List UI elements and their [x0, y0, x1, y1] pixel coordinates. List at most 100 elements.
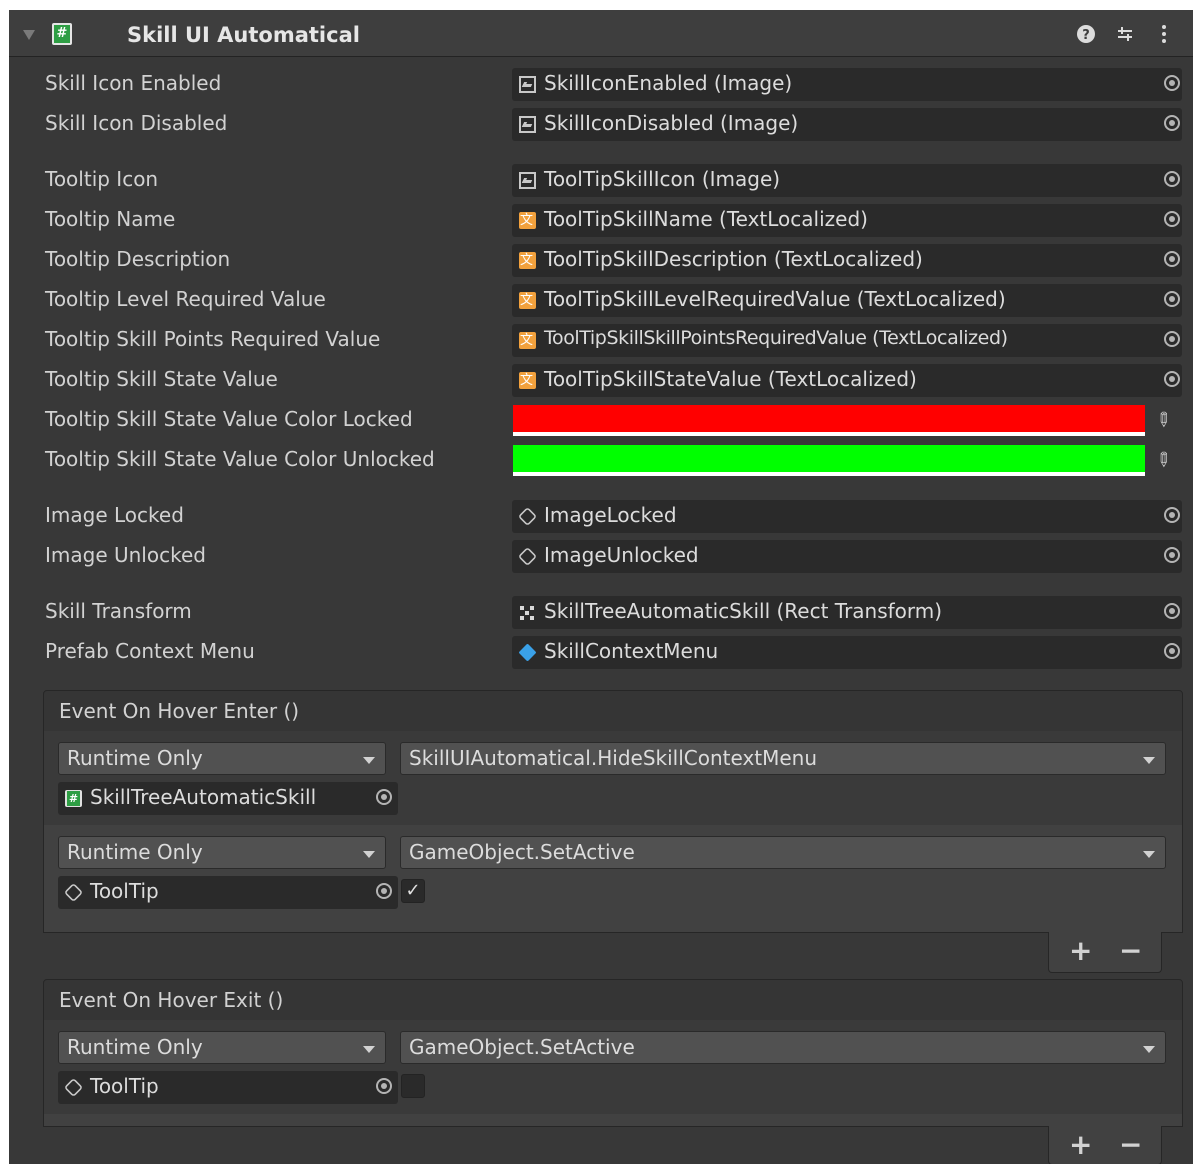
target-object-field[interactable]: ToolTip	[58, 876, 398, 909]
object-field-value: ToolTipSkillSkillPointsRequiredValue (Te…	[544, 327, 1008, 349]
field-image-unlocked: Image Unlocked ImageUnlocked	[9, 539, 1193, 575]
foldout-arrow-icon[interactable]	[23, 30, 35, 40]
text-localized-icon	[519, 292, 536, 309]
field-label: Tooltip Description	[45, 247, 231, 271]
object-field-value: ImageLocked	[544, 503, 677, 527]
object-field[interactable]: SkillIconEnabled (Image)	[512, 68, 1182, 101]
component-title: Skill UI Automatical	[127, 23, 360, 47]
add-listener-button[interactable]: +	[1069, 934, 1092, 967]
object-picker-icon[interactable]	[1164, 547, 1180, 563]
object-field-value: SkillIconEnabled (Image)	[544, 71, 793, 95]
function-dropdown[interactable]: GameObject.SetActive	[400, 836, 1166, 869]
more-vertical-icon[interactable]	[1154, 24, 1174, 44]
object-field-value: ToolTipSkillDescription (TextLocalized)	[544, 247, 923, 271]
event-title: Event On Hover Enter ()	[59, 699, 300, 723]
eyedropper-icon[interactable]: ✎	[1150, 447, 1177, 474]
prefab-icon	[518, 643, 537, 662]
color-swatch[interactable]	[513, 405, 1145, 436]
field-tooltip-skill-points-required-value: Tooltip Skill Points Required Value Tool…	[9, 323, 1193, 359]
gameobject-icon	[63, 1077, 84, 1098]
field-image-locked: Image Locked ImageLocked	[9, 499, 1193, 535]
field-label: Tooltip Name	[45, 207, 176, 231]
object-picker-icon[interactable]	[1164, 643, 1180, 659]
field-skill-icon-disabled: Skill Icon Disabled SkillIconDisabled (I…	[9, 107, 1193, 143]
object-field[interactable]: ImageUnlocked	[512, 540, 1182, 573]
rect-transform-icon	[519, 604, 536, 621]
object-field[interactable]: ToolTipSkillName (TextLocalized)	[512, 204, 1182, 237]
gameobject-icon	[517, 506, 538, 527]
field-color-unlocked: Tooltip Skill State Value Color Unlocked…	[9, 443, 1193, 479]
field-color-locked: Tooltip Skill State Value Color Locked ✎	[9, 403, 1193, 439]
component-header[interactable]: # Skill UI Automatical ?	[9, 10, 1193, 57]
remove-listener-button[interactable]: −	[1119, 1128, 1142, 1161]
image-icon	[519, 116, 536, 133]
help-icon[interactable]: ?	[1076, 24, 1096, 44]
event-listener-list: Runtime Only GameObject.SetActive ToolTi…	[43, 1020, 1183, 1127]
text-localized-icon	[519, 252, 536, 269]
object-field[interactable]: ImageLocked	[512, 500, 1182, 533]
object-picker-icon[interactable]	[1164, 291, 1180, 307]
image-icon	[519, 76, 536, 93]
object-picker-icon[interactable]	[1164, 507, 1180, 523]
text-localized-icon	[519, 332, 536, 349]
object-picker-icon[interactable]	[1164, 115, 1180, 131]
eyedropper-icon[interactable]: ✎	[1150, 407, 1177, 434]
object-field-value: SkillTreeAutomaticSkill (Rect Transform)	[544, 599, 943, 623]
remove-listener-button[interactable]: −	[1119, 934, 1142, 967]
field-label: Tooltip Icon	[45, 167, 159, 191]
object-field[interactable]: SkillTreeAutomaticSkill (Rect Transform)	[512, 596, 1182, 629]
event-listener[interactable]: Runtime Only GameObject.SetActive ToolTi…	[44, 825, 1182, 919]
script-icon: #	[52, 23, 72, 45]
chevron-down-icon	[1143, 757, 1155, 764]
target-object-field[interactable]: SkillTreeAutomaticSkill	[58, 782, 398, 815]
chevron-down-icon	[1143, 1046, 1155, 1053]
object-picker-icon[interactable]	[1164, 75, 1180, 91]
object-picker-icon[interactable]	[376, 883, 392, 899]
object-picker-icon[interactable]	[1164, 171, 1180, 187]
add-listener-button[interactable]: +	[1069, 1128, 1092, 1161]
script-icon	[65, 790, 82, 807]
field-label: Skill Icon Disabled	[45, 111, 228, 135]
object-field-value: ToolTipSkillIcon (Image)	[544, 167, 781, 191]
event-header: Event On Hover Enter ()	[43, 690, 1183, 732]
object-field[interactable]: ToolTipSkillIcon (Image)	[512, 164, 1182, 197]
object-field[interactable]: SkillContextMenu	[512, 636, 1182, 669]
function-dropdown[interactable]: SkillUIAutomatical.HideSkillContextMenu	[400, 742, 1166, 775]
add-remove-footer: + −	[1048, 932, 1162, 973]
object-field[interactable]: ToolTipSkillStateValue (TextLocalized)	[512, 364, 1182, 397]
field-skill-icon-enabled: Skill Icon Enabled SkillIconEnabled (Ima…	[9, 67, 1193, 103]
field-tooltip-icon: Tooltip Icon ToolTipSkillIcon (Image)	[9, 163, 1193, 199]
presets-icon[interactable]	[1115, 24, 1135, 44]
object-picker-icon[interactable]	[1164, 371, 1180, 387]
runtime-mode-dropdown[interactable]: Runtime Only	[58, 742, 386, 775]
gameobject-icon	[517, 546, 538, 567]
event-listener[interactable]: Runtime Only GameObject.SetActive ToolTi…	[44, 1020, 1182, 1114]
object-picker-icon[interactable]	[1164, 251, 1180, 267]
svg-text:?: ?	[1082, 28, 1090, 43]
event-listener[interactable]: Runtime Only SkillUIAutomatical.HideSkil…	[44, 731, 1182, 825]
runtime-mode-dropdown[interactable]: Runtime Only	[58, 836, 386, 869]
object-picker-icon[interactable]	[1164, 603, 1180, 619]
object-picker-icon[interactable]	[376, 1078, 392, 1094]
field-tooltip-skill-state-value: Tooltip Skill State Value ToolTipSkillSt…	[9, 363, 1193, 399]
object-picker-icon[interactable]	[1164, 211, 1180, 227]
target-object-field[interactable]: ToolTip	[58, 1071, 398, 1104]
chevron-down-icon	[363, 757, 375, 764]
field-label: Tooltip Skill State Value Color Locked	[45, 407, 413, 431]
field-tooltip-description: Tooltip Description ToolTipSkillDescript…	[9, 243, 1193, 279]
color-swatch[interactable]	[513, 445, 1145, 476]
bool-argument-checkbox[interactable]	[401, 1074, 425, 1098]
image-icon	[519, 172, 536, 189]
object-field[interactable]: ToolTipSkillLevelRequiredValue (TextLoca…	[512, 284, 1182, 317]
object-picker-icon[interactable]	[1164, 331, 1180, 347]
object-picker-icon[interactable]	[376, 789, 392, 805]
object-field[interactable]: ToolTipSkillSkillPointsRequiredValue (Te…	[512, 324, 1182, 357]
function-dropdown[interactable]: GameObject.SetActive	[400, 1031, 1166, 1064]
field-label: Tooltip Skill State Value Color Unlocked	[45, 447, 435, 471]
object-field[interactable]: ToolTipSkillDescription (TextLocalized)	[512, 244, 1182, 277]
bool-argument-checkbox[interactable]: ✓	[401, 879, 425, 903]
object-field[interactable]: SkillIconDisabled (Image)	[512, 108, 1182, 141]
runtime-mode-dropdown[interactable]: Runtime Only	[58, 1031, 386, 1064]
field-label: Prefab Context Menu	[45, 639, 255, 663]
chevron-down-icon	[1143, 851, 1155, 858]
